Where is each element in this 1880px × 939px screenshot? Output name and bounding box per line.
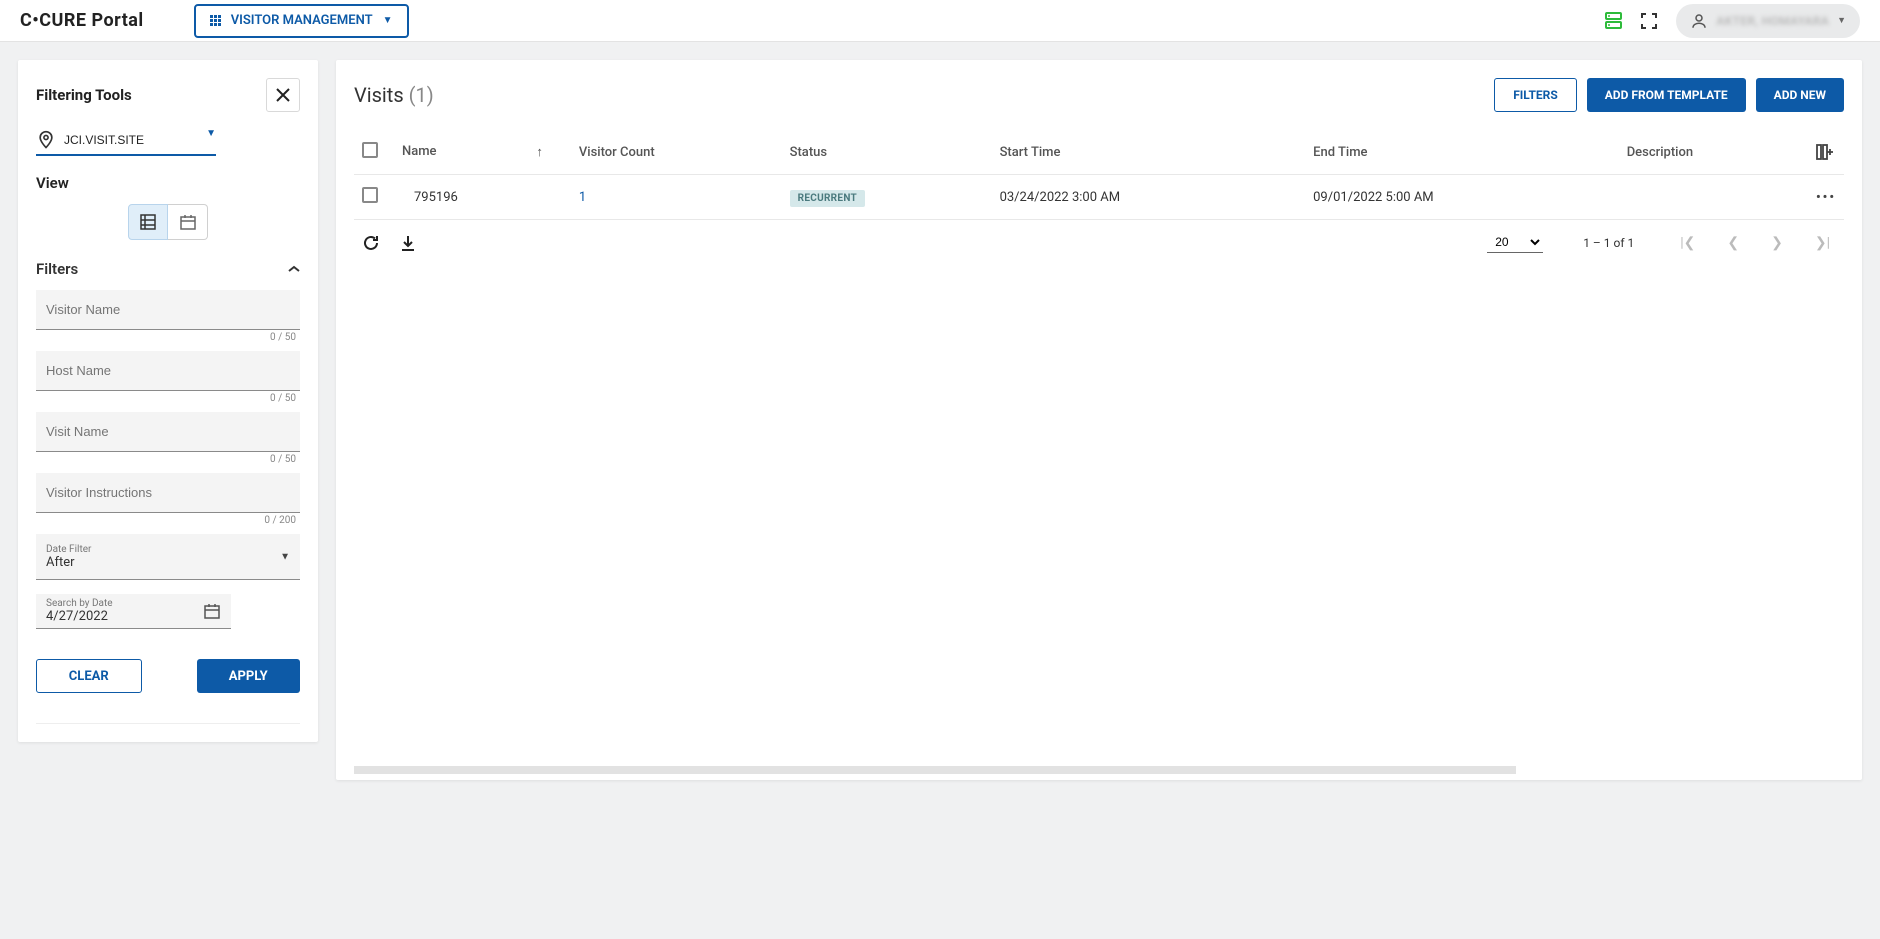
filter-panel: Filtering Tools JCI.VISIT.SITE ▼ View Fi… [18, 60, 318, 742]
col-name[interactable]: Name ↑ [394, 130, 571, 175]
cell-name: 795196 [394, 175, 571, 220]
status-badge: RECURRENT [790, 190, 865, 207]
calendar-icon[interactable] [203, 602, 221, 620]
last-page-button[interactable]: ❯| [1809, 235, 1836, 251]
add-column-icon [1816, 144, 1834, 160]
apps-grid-icon [210, 15, 221, 26]
table-row[interactable]: 795196 1 RECURRENT 03/24/2022 3:00 AM 09… [354, 175, 1844, 220]
column-settings-button[interactable] [1808, 130, 1844, 175]
page-title: Visits (1) [354, 83, 434, 107]
chevron-up-icon [288, 265, 300, 273]
visits-count: (1) [409, 83, 434, 107]
first-page-button[interactable]: |❮ [1674, 235, 1701, 251]
collapse-filters-button[interactable] [288, 265, 300, 273]
select-all-checkbox[interactable] [362, 142, 378, 158]
visitor-name-field[interactable] [36, 290, 300, 330]
app-logo: C•CURE Portal [20, 10, 144, 31]
visitor-instructions-counter: 0 / 200 [36, 515, 300, 526]
table-footer: 20 1 – 1 of 1 |❮ ❮ ❯ ❯| [354, 220, 1844, 265]
cell-end-time: 09/01/2022 5:00 AM [1305, 175, 1619, 220]
host-name-counter: 0 / 50 [36, 393, 300, 404]
sort-asc-icon: ↑ [536, 144, 543, 160]
caret-down-icon: ▼ [280, 551, 290, 562]
refresh-button[interactable] [362, 234, 380, 252]
add-from-template-button[interactable]: ADD FROM TEMPLATE [1587, 78, 1746, 112]
search-date-value: 4/27/2022 [46, 609, 203, 624]
download-icon [400, 234, 416, 252]
visitor-instructions-input[interactable] [46, 485, 290, 500]
visitor-instructions-field[interactable] [36, 473, 300, 513]
visitor-name-counter: 0 / 50 [36, 332, 300, 343]
cell-description [1619, 175, 1808, 220]
page-size-select[interactable]: 20 [1487, 232, 1543, 253]
prev-page-button[interactable]: ❮ [1721, 235, 1745, 251]
list-icon [139, 213, 157, 231]
host-name-input[interactable] [46, 363, 290, 378]
download-button[interactable] [400, 234, 416, 252]
visit-name-counter: 0 / 50 [36, 454, 300, 465]
filters-button[interactable]: FILTERS [1494, 78, 1577, 112]
site-select[interactable]: JCI.VISIT.SITE [64, 133, 216, 147]
col-description[interactable]: Description [1619, 130, 1808, 175]
close-icon [276, 88, 290, 102]
refresh-icon [362, 234, 380, 252]
date-filter-select[interactable]: Date Filter After ▼ [36, 534, 300, 580]
caret-down-icon: ▼ [383, 15, 393, 26]
horizontal-scrollbar[interactable] [354, 766, 1844, 774]
next-page-button[interactable]: ❯ [1765, 235, 1789, 251]
module-switcher[interactable]: VISITOR MANAGEMENT ▼ [194, 4, 409, 38]
fullscreen-icon[interactable] [1632, 4, 1666, 38]
cell-start-time: 03/24/2022 3:00 AM [992, 175, 1306, 220]
user-name: AKTER, HOMAYARA [1716, 14, 1829, 28]
visits-table: Name ↑ Visitor Count Status Start Time E… [354, 130, 1844, 220]
visit-name-input[interactable] [46, 424, 290, 439]
date-filter-label: Date Filter [46, 544, 290, 555]
server-status-icon[interactable] [1598, 4, 1632, 38]
user-menu[interactable]: AKTER, HOMAYARA ▼ [1676, 4, 1860, 38]
cell-visitor-count[interactable]: 1 [579, 190, 586, 205]
col-start-time[interactable]: Start Time [992, 130, 1306, 175]
location-pin-icon [36, 130, 56, 150]
view-toggle [36, 204, 300, 240]
app-header: C•CURE Portal VISITOR MANAGEMENT ▼ AKTER… [0, 0, 1880, 42]
row-checkbox[interactable] [362, 187, 378, 203]
col-visitor-count[interactable]: Visitor Count [571, 130, 782, 175]
date-filter-value: After [46, 555, 290, 570]
caret-down-icon: ▼ [1837, 15, 1846, 26]
search-date-field[interactable]: Search by Date 4/27/2022 [36, 594, 231, 629]
divider [36, 723, 300, 724]
caret-down-icon: ▼ [206, 128, 216, 139]
module-name: VISITOR MANAGEMENT [231, 13, 373, 28]
search-date-label: Search by Date [46, 598, 203, 609]
main-panel: Visits (1) FILTERS ADD FROM TEMPLATE ADD… [336, 60, 1862, 780]
calendar-icon [179, 213, 197, 231]
list-view-button[interactable] [128, 204, 168, 240]
view-section-label: View [36, 174, 300, 192]
clear-button[interactable]: CLEAR [36, 659, 142, 693]
visit-name-field[interactable] [36, 412, 300, 452]
calendar-view-button[interactable] [168, 204, 208, 240]
host-name-field[interactable] [36, 351, 300, 391]
col-status[interactable]: Status [782, 130, 992, 175]
row-actions-button[interactable]: ••• [1816, 190, 1836, 205]
site-selector[interactable]: JCI.VISIT.SITE ▼ [36, 130, 216, 156]
filters-section-label: Filters [36, 260, 78, 278]
person-icon [1690, 12, 1708, 30]
visitor-name-input[interactable] [46, 302, 290, 317]
pagination-range: 1 – 1 of 1 [1583, 236, 1634, 250]
close-filter-panel-button[interactable] [266, 78, 300, 112]
apply-button[interactable]: APPLY [197, 659, 301, 693]
add-new-button[interactable]: ADD NEW [1756, 78, 1844, 112]
filter-panel-title: Filtering Tools [36, 86, 132, 104]
col-end-time[interactable]: End Time [1305, 130, 1619, 175]
